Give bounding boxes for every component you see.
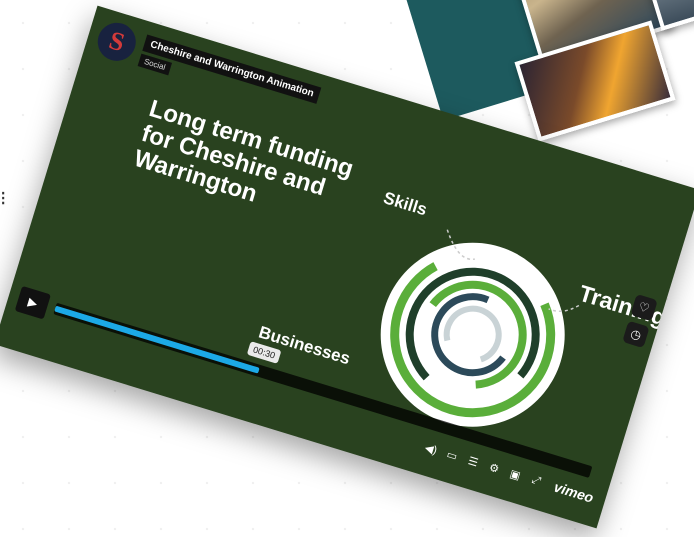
vimeo-logo[interactable]: vimeo xyxy=(552,479,595,506)
fullscreen-icon[interactable]: ⤢ xyxy=(528,472,545,489)
businesses-label: Businesses xyxy=(256,322,353,369)
pip-icon[interactable]: ▣ xyxy=(507,466,524,483)
play-button[interactable]: ▶ xyxy=(14,285,51,320)
captions-icon[interactable]: ▭ xyxy=(444,447,461,464)
clock-icon[interactable]: ◷ xyxy=(622,320,650,349)
channel-logo[interactable]: S xyxy=(93,18,141,66)
left-edge-mark: ⁝ xyxy=(0,188,7,210)
rings-graphic xyxy=(380,229,580,427)
settings-gear-icon[interactable]: ⚙ xyxy=(486,460,503,477)
progress-fill xyxy=(54,305,260,374)
video-headline: Long term funding for Cheshire and Warri… xyxy=(130,95,357,208)
volume-icon[interactable]: ◀) xyxy=(423,440,440,457)
transcript-icon[interactable]: ☰ xyxy=(465,453,482,470)
skills-label: Skills xyxy=(381,188,430,220)
